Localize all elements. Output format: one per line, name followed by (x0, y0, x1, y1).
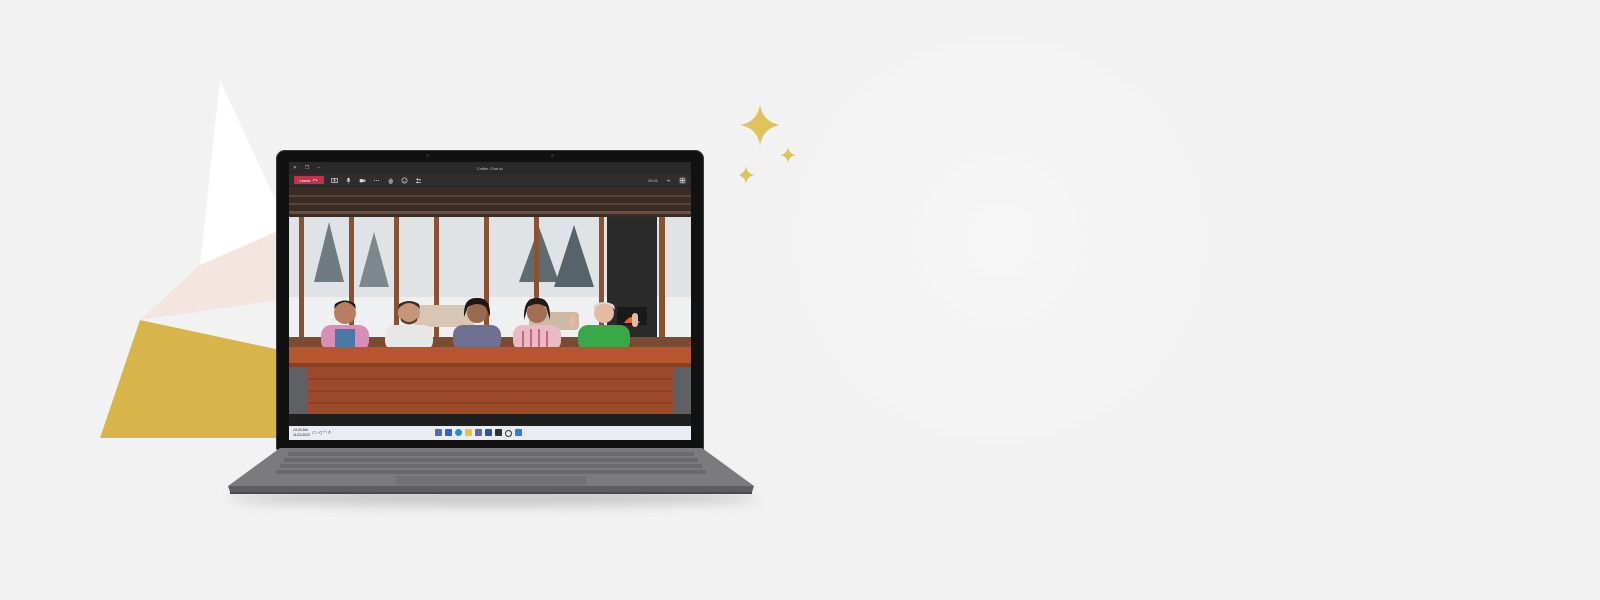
share-icon[interactable] (330, 176, 338, 184)
more-icon[interactable] (372, 176, 380, 184)
layout-grid-icon[interactable] (678, 176, 686, 184)
windows-taskbar: 10:20 AM 11/21/2022 ▭◁◠˄ (289, 426, 691, 440)
edge-icon[interactable] (455, 429, 462, 436)
sensor-icon (551, 154, 554, 157)
chevron-up-icon[interactable]: ˄ (328, 430, 332, 436)
start-icon[interactable] (515, 429, 522, 436)
decorative-triangle (100, 80, 280, 438)
background-glow (760, 10, 1240, 470)
store-icon[interactable] (495, 429, 502, 436)
file-explorer-icon[interactable] (445, 429, 452, 436)
taskbar-apps (435, 429, 522, 437)
laptop-screen: ✕ ❐ – Coffee Chat sc Leave 00:11 10:20 A… (289, 162, 691, 440)
meeting-toolbar: Leave 00:11 (289, 174, 691, 187)
laptop-keyboard-deck (228, 448, 754, 494)
system-tray[interactable]: ▭◁◠˄ (312, 430, 332, 436)
raise-hand-icon[interactable] (386, 176, 394, 184)
taskbar-time: 10:20 AM (293, 428, 308, 432)
scene-illustration (289, 187, 691, 414)
camera-toggle-icon[interactable] (358, 176, 366, 184)
teams-icon[interactable] (475, 429, 482, 436)
taskbar-clock[interactable]: 10:20 AM 11/21/2022 (293, 428, 310, 437)
mic-icon[interactable] (344, 176, 352, 184)
chevron-down-icon[interactable] (664, 176, 672, 184)
search-icon[interactable] (505, 430, 512, 437)
react-icon[interactable] (400, 176, 408, 184)
meeting-timer: 00:11 (648, 177, 658, 183)
widgets-icon[interactable] (435, 429, 442, 436)
hangup-icon (312, 179, 318, 181)
leave-label: Leave (299, 177, 311, 183)
meeting-titlebar: ✕ ❐ – Coffee Chat sc (289, 162, 691, 174)
sparkles-icon (740, 105, 796, 184)
people-icon[interactable] (414, 176, 422, 184)
together-mode-scene (289, 187, 691, 414)
taskbar-date: 11/21/2022 (293, 432, 311, 437)
camera-icon (426, 154, 429, 157)
folder-icon[interactable] (465, 429, 472, 436)
meeting-title: Coffee Chat sc (476, 165, 504, 171)
word-icon[interactable] (485, 429, 492, 436)
laptop-lid: ✕ ❐ – Coffee Chat sc Leave 00:11 10:20 A… (276, 150, 704, 450)
leave-button[interactable]: Leave (294, 176, 324, 184)
